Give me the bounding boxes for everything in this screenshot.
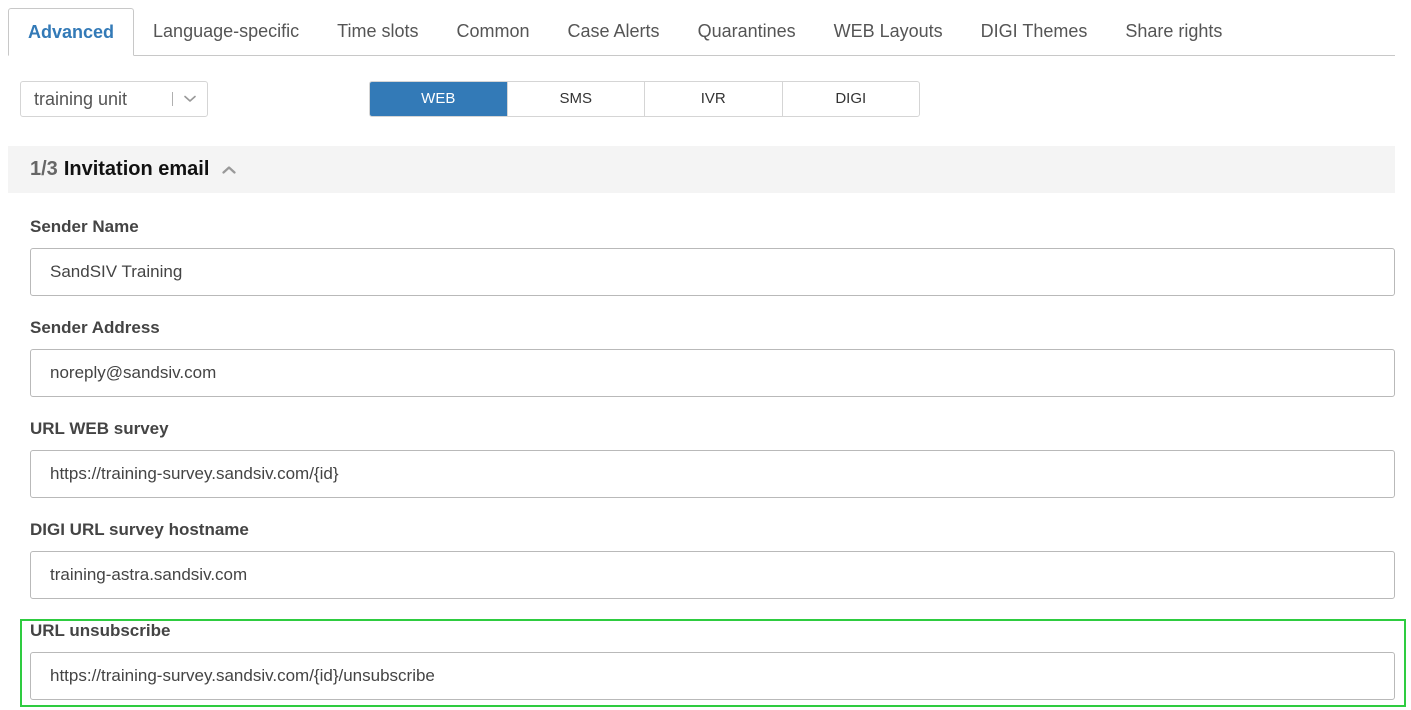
channel-digi-button[interactable]: DIGI (781, 82, 920, 116)
tab-common[interactable]: Common (437, 8, 548, 55)
sender-address-field: Sender Address (30, 318, 1395, 397)
sender-name-input[interactable] (30, 248, 1395, 296)
sender-name-label: Sender Name (30, 217, 139, 236)
tab-web-layouts[interactable]: WEB Layouts (815, 8, 962, 55)
settings-page: Advanced Language-specific Time slots Co… (0, 0, 1411, 710)
channel-toggle: WEB SMS IVR DIGI (369, 81, 920, 117)
digi-url-hostname-label: DIGI URL survey hostname (30, 520, 249, 539)
tab-case-alerts[interactable]: Case Alerts (549, 8, 679, 55)
url-unsubscribe-input[interactable] (30, 652, 1395, 700)
channel-ivr-button[interactable]: IVR (644, 82, 782, 116)
url-web-survey-field: URL WEB survey (30, 419, 1395, 498)
url-unsubscribe-field: URL unsubscribe (30, 621, 1395, 700)
digi-url-hostname-input[interactable] (30, 551, 1395, 599)
tab-language-specific[interactable]: Language-specific (134, 8, 318, 55)
tab-advanced[interactable]: Advanced (8, 8, 135, 56)
url-web-survey-input[interactable] (30, 450, 1395, 498)
unit-select-value: training unit (34, 88, 128, 109)
sender-name-field: Sender Name (30, 217, 1395, 296)
channel-sms-button[interactable]: SMS (506, 82, 645, 116)
url-unsubscribe-label: URL unsubscribe (30, 621, 171, 640)
unit-select[interactable]: training unit (20, 81, 208, 117)
tab-share-rights[interactable]: Share rights (1106, 8, 1241, 55)
tab-time-slots[interactable]: Time slots (318, 8, 437, 55)
tab-digi-themes[interactable]: DIGI Themes (962, 8, 1107, 55)
channel-web-button[interactable]: WEB (370, 82, 507, 116)
tab-quarantines[interactable]: Quarantines (679, 8, 815, 55)
chevron-down-icon[interactable] (179, 82, 201, 116)
url-web-survey-label: URL WEB survey (30, 419, 169, 438)
section-counter: 1/3 (30, 158, 58, 180)
chevron-up-icon[interactable] (221, 162, 237, 178)
settings-tabs: Advanced Language-specific Time slots Co… (8, 8, 1395, 56)
digi-url-hostname-field: DIGI URL survey hostname (30, 520, 1395, 599)
section-title: Invitation email (63, 158, 210, 180)
sender-address-input[interactable] (30, 349, 1395, 397)
section-header-invitation-email[interactable]: 1/3 Invitation email (8, 146, 1395, 193)
sender-address-label: Sender Address (30, 318, 160, 337)
unit-select-separator (172, 92, 173, 106)
